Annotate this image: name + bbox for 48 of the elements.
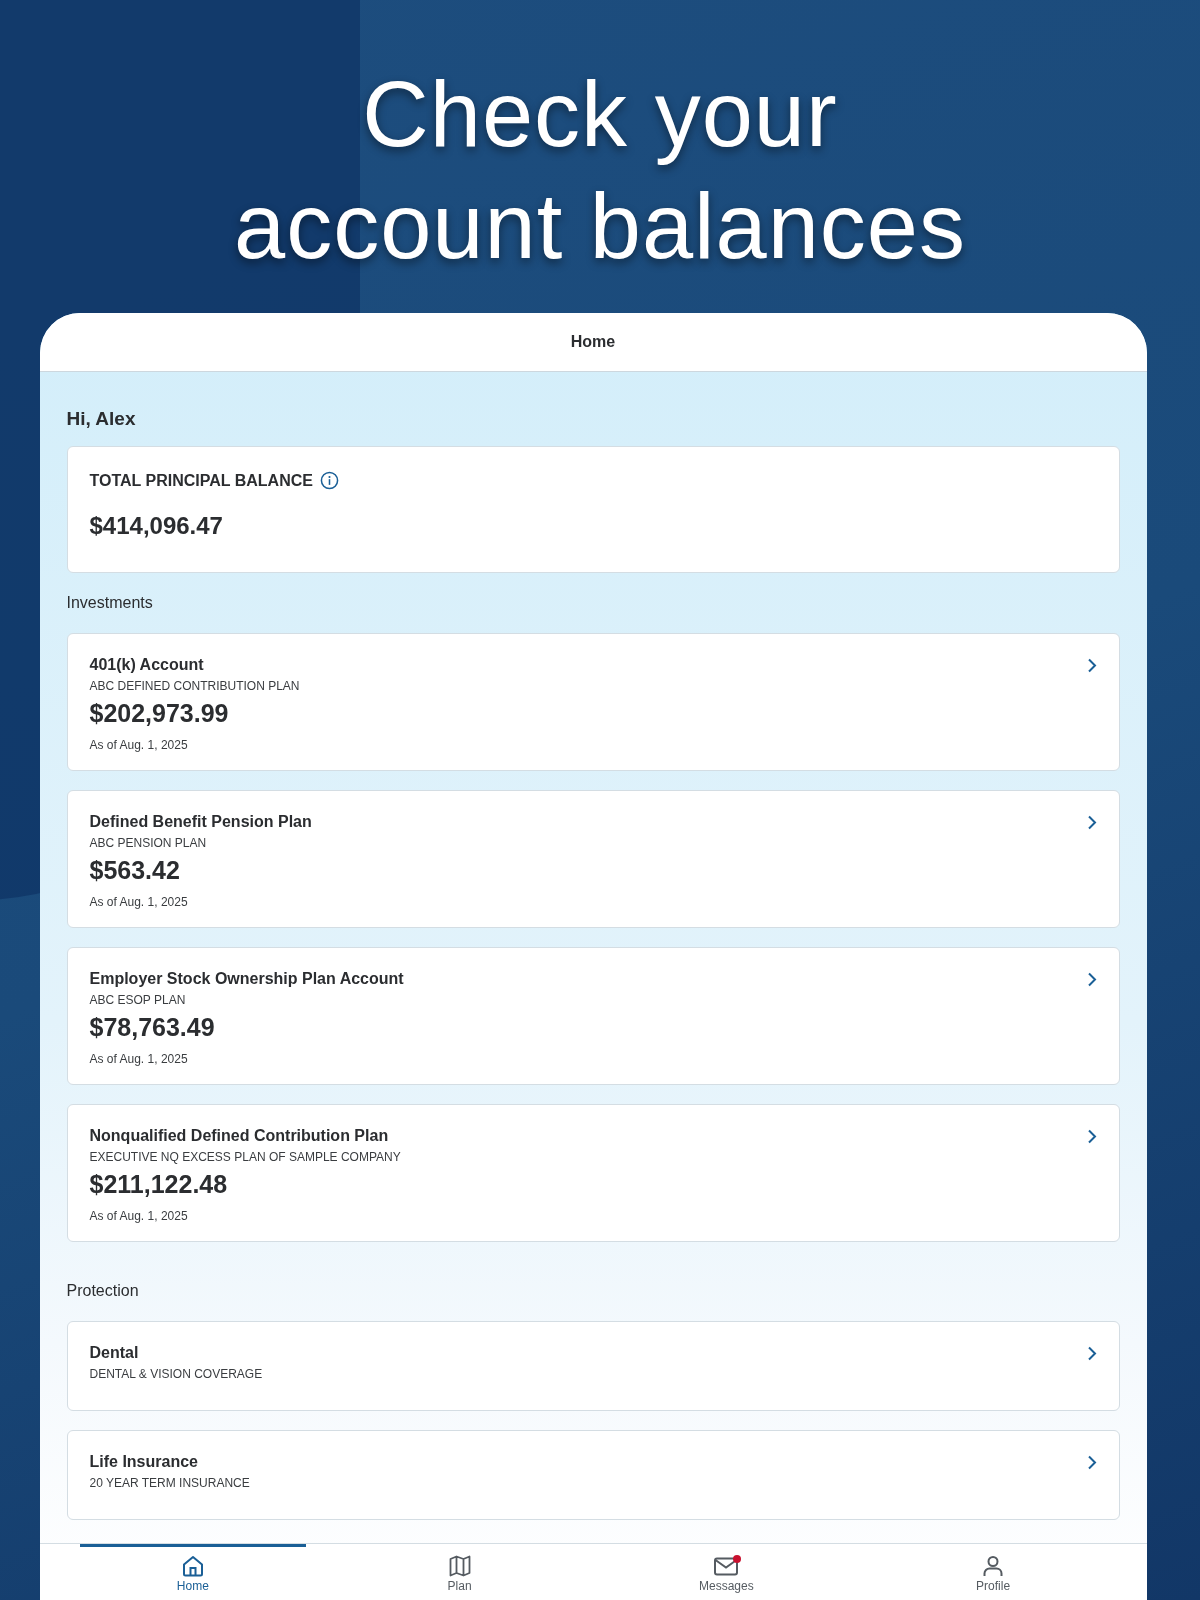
as-of-date: As of Aug. 1, 2025 — [89, 1052, 189, 1066]
plan-name: ABC ESOP PLAN — [89, 993, 187, 1007]
chevron-right-icon — [1086, 1129, 1097, 1144]
account-title: Life Insurance — [89, 1453, 199, 1471]
account-card[interactable]: Life Insurance 20 YEAR TERM INSURANCE — [66, 1430, 1120, 1520]
account-title: 401(k) Account — [89, 656, 205, 674]
section-heading: Protection — [66, 1282, 140, 1300]
person-icon — [981, 1554, 1006, 1578]
account-balance: $78,763.49 — [89, 1013, 216, 1042]
as-of-date: As of Aug. 1, 2025 — [89, 895, 189, 909]
chevron-right-icon — [1086, 815, 1097, 830]
account-card[interactable]: Nonqualified Defined Contribution Plan EXECUTIVE NQ EXCESS PLAN OF SAMPLE COMPANY $211,122.48 As of Aug. 1, 2025 — [66, 1104, 1120, 1242]
account-card[interactable]: 401(k) Account ABC DEFINED CONTRIBUTION PLAN $202,973.99 As of Aug. 1, 2025 — [66, 633, 1120, 771]
headline-text: account balances — [233, 174, 967, 279]
chevron-right-icon — [1086, 972, 1097, 987]
as-of-date: As of Aug. 1, 2025 — [89, 1209, 189, 1223]
greeting-text: Hi, Alex — [66, 408, 137, 430]
map-icon — [447, 1554, 472, 1578]
account-card[interactable]: Employer Stock Ownership Plan Account ABC ESOP PLAN $78,763.49 As of Aug. 1, 2025 — [66, 947, 1120, 1085]
balance-amount: $414,096.47 — [89, 512, 224, 540]
screen-title: Home — [570, 333, 616, 351]
tab-button[interactable]: Home — [79, 1544, 307, 1600]
account-card[interactable]: Dental DENTAL & VISION COVERAGE — [66, 1321, 1120, 1411]
info-icon[interactable] — [319, 471, 339, 490]
section-heading: Investments — [66, 594, 154, 612]
account-balance: $211,122.48 — [89, 1170, 229, 1199]
account-title: Defined Benefit Pension Plan — [89, 813, 312, 831]
headline-text: Check your — [362, 62, 838, 167]
plan-name: ABC DEFINED CONTRIBUTION PLAN — [89, 679, 300, 693]
home-icon — [180, 1554, 205, 1578]
plan-name: 20 YEAR TERM INSURANCE — [89, 1476, 250, 1490]
as-of-date: As of Aug. 1, 2025 — [89, 738, 189, 752]
plan-name: ABC PENSION PLAN — [89, 836, 208, 850]
account-title: Nonqualified Defined Contribution Plan — [89, 1127, 390, 1145]
plan-name: EXECUTIVE NQ EXCESS PLAN OF SAMPLE COMPANY — [89, 1150, 401, 1164]
account-title: Employer Stock Ownership Plan Account — [89, 970, 404, 988]
plan-name: DENTAL & VISION COVERAGE — [89, 1367, 263, 1381]
tab-button[interactable]: Profile — [879, 1544, 1107, 1600]
chevron-right-icon — [1086, 1455, 1097, 1470]
account-title: Dental — [89, 1344, 140, 1362]
account-card[interactable]: Defined Benefit Pension Plan ABC PENSION PLAN $563.42 As of Aug. 1, 2025 — [66, 790, 1120, 928]
chevron-right-icon — [1086, 658, 1097, 673]
balance-label: TOTAL PRINCIPAL BALANCE — [89, 471, 313, 490]
chevron-right-icon — [1086, 1346, 1097, 1361]
tab-button[interactable]: Messages — [613, 1544, 840, 1600]
tab-button[interactable]: Plan — [346, 1544, 573, 1600]
account-balance: $202,973.99 — [89, 699, 230, 728]
account-balance: $563.42 — [89, 856, 181, 885]
